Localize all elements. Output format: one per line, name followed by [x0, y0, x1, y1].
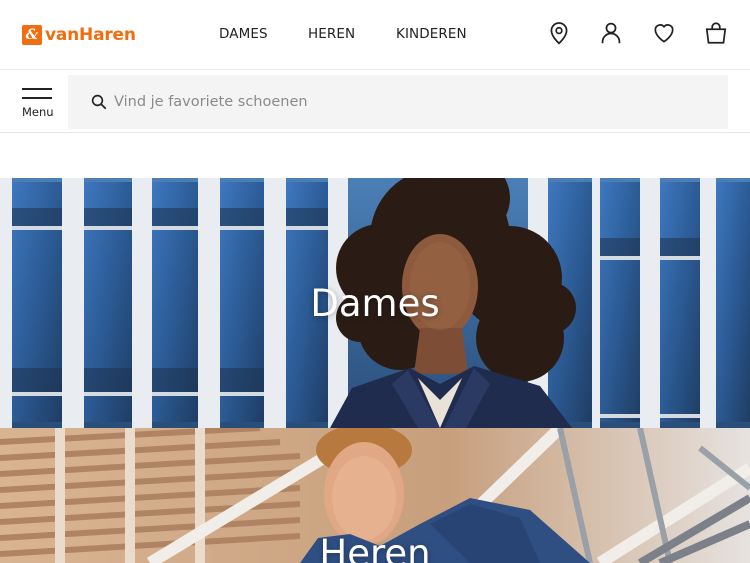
nav-kinderen[interactable]: KINDEREN: [396, 26, 467, 42]
category-banner-heren[interactable]: Heren: [0, 428, 750, 563]
wishlist-heart-icon[interactable]: [649, 18, 679, 48]
menu-hamburger-icon-bar: [22, 97, 52, 99]
account-icon[interactable]: [596, 18, 626, 48]
nav-heren[interactable]: HEREN: [308, 26, 355, 42]
menu-button[interactable]: Menu: [18, 86, 58, 120]
search-row: Menu: [0, 71, 750, 133]
logo-text: vanHaren: [45, 25, 136, 45]
search-box[interactable]: [68, 75, 728, 129]
shopping-bag-icon[interactable]: [701, 18, 731, 48]
menu-hamburger-icon: [22, 88, 52, 90]
nav-dames[interactable]: DAMES: [219, 26, 268, 42]
top-header: & vanHaren DAMES HEREN KINDEREN: [0, 0, 750, 70]
category-title-dames: Dames: [310, 282, 440, 325]
logo-mark-icon: &: [22, 25, 42, 45]
vanharen-logo[interactable]: & vanHaren: [22, 23, 136, 47]
category-title-heren: Heren: [319, 532, 431, 563]
search-icon: [91, 94, 107, 110]
menu-label: Menu: [22, 105, 54, 119]
category-banner-dames[interactable]: Dames: [0, 178, 750, 428]
store-locator-icon[interactable]: [544, 18, 574, 48]
search-input[interactable]: [114, 87, 674, 117]
